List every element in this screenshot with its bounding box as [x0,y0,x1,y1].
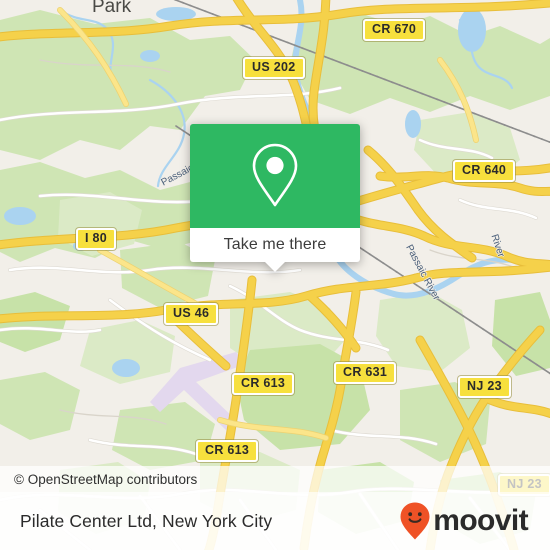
bottom-info-bar: Pilate Center Ltd, New York City moovit [0,492,550,550]
road-shield-cr-631: CR 631 [334,362,397,384]
moovit-logo[interactable]: moovit [399,501,529,541]
popup-footer[interactable]: Take me there [190,228,360,272]
road-shield-i-80: I 80 [76,228,117,250]
osm-attribution-text[interactable]: © OpenStreetMap contributors [14,472,197,487]
road-shield-us-202: US 202 [243,57,305,79]
moovit-smiley-pin-icon [400,502,430,540]
road-shield-us-46: US 46 [164,303,219,325]
popup-header [190,124,360,228]
location-title: Pilate Center Ltd, New York City [20,510,273,531]
road-shield-nj-23: NJ 23 [458,376,511,398]
map-attribution-bar: © OpenStreetMap contributors [0,466,550,492]
take-me-there-label: Take me there [223,236,327,253]
road-shield-cr-640: CR 640 [453,160,516,182]
map-popup-card[interactable]: Take me there [190,124,360,272]
map-pin-icon [252,143,298,207]
road-shield-cr-613: CR 613 [232,373,295,395]
road-shield-cr-670: CR 670 [363,19,426,41]
popup-pointer-tail [264,261,286,272]
road-shield-cr-613: CR 613 [196,440,259,462]
moovit-wordmark: moovit [433,504,528,537]
map-screen: .mtr { fill:none; stroke:#f5d14a; stroke… [0,0,550,550]
